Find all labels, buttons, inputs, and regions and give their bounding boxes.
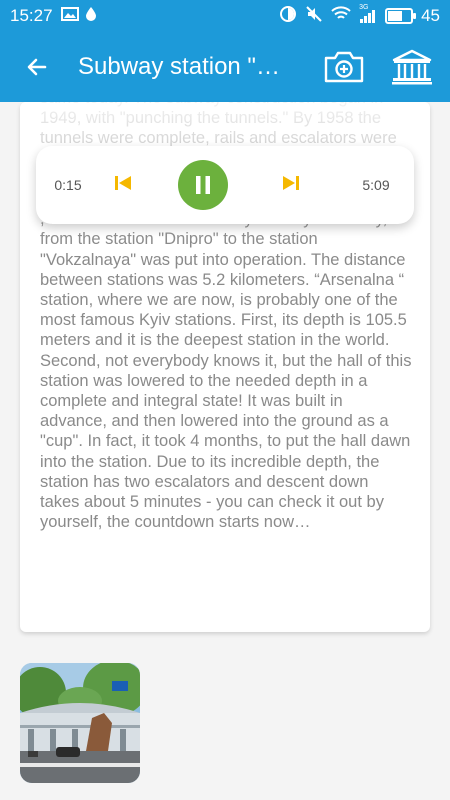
status-bar: 15:27 3G 45 <box>0 0 450 32</box>
gallery-notification-icon <box>60 6 79 26</box>
skip-previous-button[interactable] <box>114 175 132 196</box>
camera-add-icon <box>324 51 364 83</box>
signal-icon: 3G <box>359 4 377 24</box>
station-photo <box>20 663 140 783</box>
water-drop-icon <box>85 6 97 27</box>
do-not-disturb-icon <box>279 5 297 28</box>
battery-level: 45 <box>421 6 440 25</box>
status-time: 15:27 <box>10 6 53 25</box>
skip-previous-icon <box>115 175 131 190</box>
mute-icon <box>305 5 323 28</box>
app-bar: Subway station "… <box>0 32 450 102</box>
audio-player: 0:15 5:09 <box>36 146 414 224</box>
elapsed-time: 0:15 <box>54 177 82 193</box>
skip-next-icon <box>283 175 299 190</box>
station-photo-thumbnail[interactable] <box>20 663 140 783</box>
page-title: Subway station "… <box>78 53 280 80</box>
total-time: 5:09 <box>362 177 390 193</box>
museum-icon <box>392 49 432 85</box>
wifi-icon <box>331 5 351 27</box>
signal-label: 3G <box>359 4 369 11</box>
skip-next-button[interactable] <box>282 175 300 196</box>
back-button[interactable] <box>12 42 62 92</box>
pause-icon <box>196 176 210 194</box>
battery-icon <box>385 8 417 24</box>
museum-button[interactable] <box>388 45 436 89</box>
pause-button[interactable] <box>178 160 228 210</box>
camera-button[interactable] <box>320 45 368 89</box>
arrow-back-icon <box>27 58 47 76</box>
